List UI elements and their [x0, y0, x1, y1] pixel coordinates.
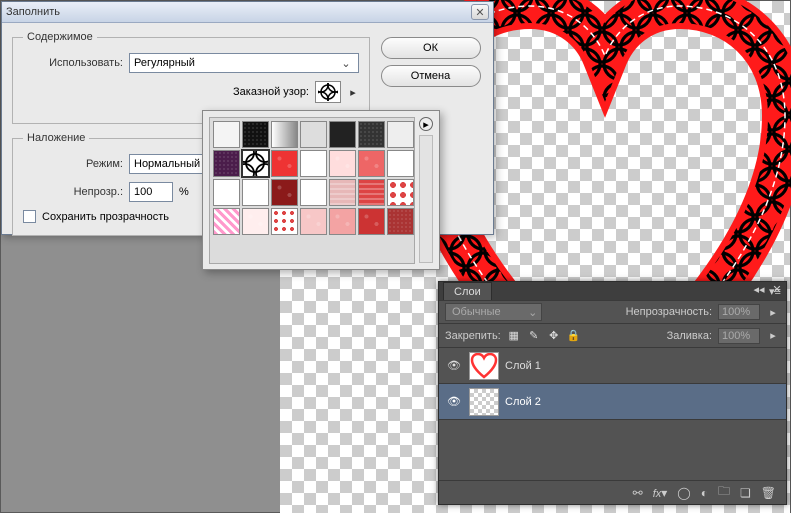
layer-thumbnail[interactable]: [469, 388, 499, 416]
lock-all-icon[interactable]: 🔒: [567, 329, 581, 343]
picker-menu-icon[interactable]: ▸: [419, 117, 433, 131]
pattern-cell[interactable]: [358, 121, 385, 148]
blending-legend: Наложение: [23, 132, 89, 144]
lock-label: Закрепить:: [445, 330, 501, 342]
adjustment-layer-icon[interactable]: ◐: [701, 486, 708, 500]
layer-name: Слой 1: [505, 360, 541, 372]
lock-position-icon[interactable]: ✥: [547, 329, 561, 343]
contents-legend: Содержимое: [23, 31, 97, 43]
preserve-transparency-label: Сохранить прозрачность: [42, 211, 169, 223]
delete-layer-icon[interactable]: 🗑: [761, 486, 776, 500]
pattern-cell[interactable]: [329, 121, 356, 148]
pattern-cell[interactable]: [358, 208, 385, 235]
use-value: Регулярный: [134, 57, 195, 69]
opacity-unit: %: [179, 186, 189, 198]
pattern-cell[interactable]: [300, 121, 327, 148]
pattern-cell[interactable]: [213, 121, 240, 148]
tab-layers[interactable]: Слои: [443, 282, 492, 300]
layer-fx-icon[interactable]: fx▾: [653, 486, 668, 500]
new-layer-icon[interactable]: ❏: [740, 486, 751, 500]
pattern-cell[interactable]: [242, 179, 269, 206]
dialog-titlebar[interactable]: Заполнить ✕: [2, 2, 493, 23]
use-select[interactable]: Регулярный ⌄: [129, 53, 359, 73]
pattern-cell[interactable]: [213, 208, 240, 235]
fill-flyout-icon[interactable]: ▸: [766, 329, 780, 343]
chevron-down-icon: ⌄: [528, 306, 537, 319]
opacity-label: Непрозрачность:: [626, 306, 712, 318]
pattern-cell[interactable]: [213, 150, 240, 177]
pattern-cell[interactable]: [242, 121, 269, 148]
close-icon[interactable]: ✕: [471, 4, 489, 20]
layer-row[interactable]: 👁 Слой 1: [439, 348, 786, 384]
link-layers-icon[interactable]: ⚯: [633, 486, 643, 500]
pattern-cell[interactable]: [242, 150, 269, 177]
panel-collapse-icon[interactable]: ◂◂: [752, 282, 766, 296]
lock-pixels-icon[interactable]: ✎: [527, 329, 541, 343]
layer-row[interactable]: 👁 Слой 2: [439, 384, 786, 420]
picker-scrollbar[interactable]: [419, 135, 433, 263]
pattern-cell[interactable]: [300, 150, 327, 177]
chevron-down-icon: ⌄: [338, 57, 354, 70]
layers-panel: ◂◂ ✕ Слои ▾≡ Обычные ⌄ Непрозрачность: 1…: [438, 281, 787, 505]
pattern-cell[interactable]: [387, 150, 414, 177]
preserve-transparency-checkbox[interactable]: [23, 210, 36, 223]
ok-button[interactable]: ОК: [381, 37, 481, 59]
pattern-cell[interactable]: [300, 208, 327, 235]
opacity-label: Непрозр.:: [23, 186, 123, 198]
pattern-picker-popup: ▸: [202, 110, 440, 270]
pattern-cell[interactable]: [329, 150, 356, 177]
pattern-swatch[interactable]: [315, 81, 341, 103]
pattern-cell[interactable]: [271, 150, 298, 177]
pattern-cell[interactable]: [387, 121, 414, 148]
visibility-eye-icon[interactable]: 👁: [445, 393, 463, 411]
dialog-title: Заполнить: [6, 6, 60, 18]
blend-mode-select[interactable]: Обычные ⌄: [445, 303, 542, 321]
pattern-cell[interactable]: [271, 208, 298, 235]
layer-thumbnail[interactable]: [469, 352, 499, 380]
pattern-dropdown-icon[interactable]: ▸: [347, 86, 359, 99]
lock-transparency-icon[interactable]: ▦: [507, 329, 521, 343]
cancel-button[interactable]: Отмена: [381, 65, 481, 87]
layer-mask-icon[interactable]: ◯: [677, 486, 690, 500]
fill-field[interactable]: 100%: [718, 328, 760, 344]
opacity-input[interactable]: 100: [129, 182, 173, 202]
pattern-cell[interactable]: [271, 121, 298, 148]
layer-name: Слой 2: [505, 396, 541, 408]
mode-value: Нормальный: [134, 158, 200, 170]
visibility-eye-icon[interactable]: 👁: [445, 357, 463, 375]
opacity-field[interactable]: 100%: [718, 304, 760, 320]
pattern-grid: [209, 117, 415, 264]
use-label: Использовать:: [23, 57, 123, 69]
pattern-cell[interactable]: [300, 179, 327, 206]
layer-list: 👁 Слой 1 👁 Слой 2: [439, 348, 786, 420]
pattern-cell[interactable]: [358, 179, 385, 206]
pattern-cell[interactable]: [358, 150, 385, 177]
custom-pattern-label: Заказной узор:: [233, 86, 309, 98]
pattern-cell[interactable]: [329, 208, 356, 235]
pattern-cell[interactable]: [387, 179, 414, 206]
layer-group-icon[interactable]: 🗀: [718, 482, 730, 503]
pattern-cell[interactable]: [213, 179, 240, 206]
pattern-cell[interactable]: [387, 208, 414, 235]
mode-label: Режим:: [23, 158, 123, 170]
pattern-cell[interactable]: [271, 179, 298, 206]
panel-close-icon[interactable]: ✕: [770, 282, 784, 296]
pattern-cell[interactable]: [242, 208, 269, 235]
fill-label: Заливка:: [667, 330, 712, 342]
pattern-cell[interactable]: [329, 179, 356, 206]
opacity-flyout-icon[interactable]: ▸: [766, 305, 780, 319]
